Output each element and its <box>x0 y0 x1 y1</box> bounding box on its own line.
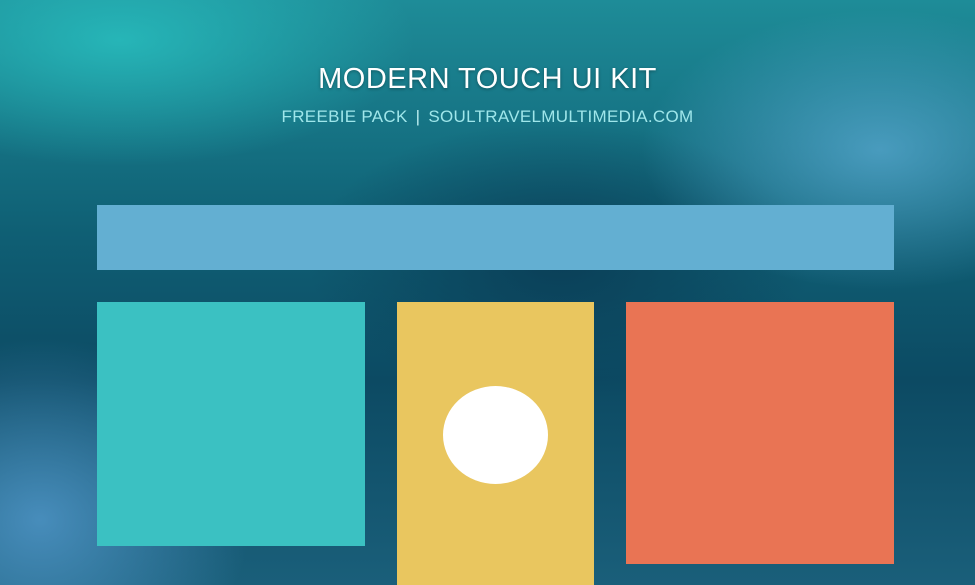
orange-tile[interactable] <box>626 302 894 564</box>
subtitle-freebie-pack: FREEBIE PACK <box>281 107 408 126</box>
white-circle[interactable] <box>443 386 548 484</box>
subtitle-separator: | <box>415 107 421 126</box>
teal-tile[interactable] <box>97 302 365 546</box>
page-title: MODERN TOUCH UI KIT <box>318 63 657 95</box>
banner-bar[interactable] <box>97 205 894 270</box>
yellow-tile[interactable] <box>397 302 594 585</box>
subtitle-website: SOULTRAVELMULTIMEDIA.COM <box>428 107 694 126</box>
header: MODERN TOUCH UI KIT FREEBIE PACK | SOULTRA… <box>0 60 975 128</box>
subtitle: FREEBIE PACK | SOULTRAVELMULTIMEDIA.COM <box>0 106 975 128</box>
